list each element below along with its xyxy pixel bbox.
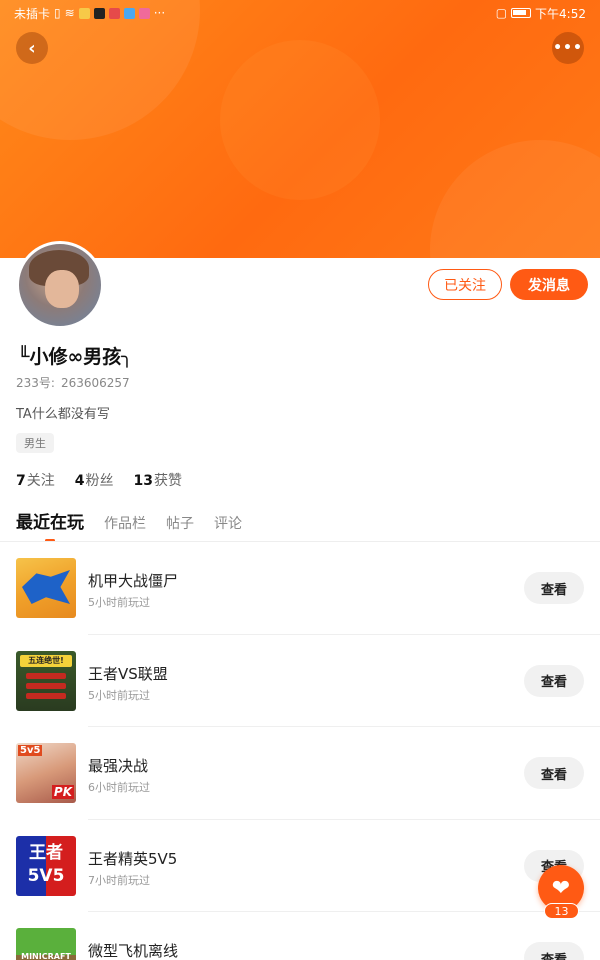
banner-decoration bbox=[220, 40, 380, 200]
like-count-badge: 13 bbox=[544, 903, 579, 919]
recent-games-list: 机甲大战僵尸 5小时前玩过 查看 五连绝世! 王者VS联盟 5小时前玩过 查看 … bbox=[0, 542, 600, 960]
back-button[interactable]: ‹ bbox=[16, 32, 48, 64]
thumb-bar bbox=[26, 682, 66, 689]
list-item[interactable]: 5v5 PK 最强决战 6小时前玩过 查看 bbox=[0, 727, 600, 820]
list-item[interactable]: 王者5V5 王者精英5V5 7小时前玩过 查看 bbox=[0, 820, 600, 912]
more-notifications-icon: ··· bbox=[153, 6, 166, 20]
app-notification-icon bbox=[78, 7, 90, 19]
app-notification-icon bbox=[108, 7, 120, 19]
likes-label: 获赞 bbox=[153, 473, 182, 489]
app-notification-icon bbox=[123, 7, 135, 19]
battery-icon bbox=[511, 8, 532, 18]
game-title: 最强决战 bbox=[88, 757, 149, 775]
game-title: 王者精英5V5 bbox=[88, 849, 178, 868]
stats-row: 7关注 4粉丝 13获赞 bbox=[16, 470, 182, 490]
list-item[interactable]: MINICRAFT 微型飞机离线 查看 bbox=[0, 912, 600, 960]
fans-label: 粉丝 bbox=[85, 473, 114, 489]
thumb-bar bbox=[26, 672, 66, 679]
user-id-label: 233号: bbox=[16, 376, 55, 390]
game-title: 王者VS联盟 bbox=[88, 664, 168, 683]
user-id-value: 263606257 bbox=[60, 376, 130, 390]
game-thumbnail[interactable]: 王者 5V5 bbox=[16, 835, 76, 896]
played-time: 7小时前玩过 bbox=[88, 873, 150, 887]
profile-banner bbox=[0, 0, 600, 258]
following-stat[interactable]: 7关注 bbox=[16, 470, 55, 490]
app-notification-icon bbox=[138, 7, 150, 19]
gender-tag: 男生 bbox=[16, 433, 54, 453]
thumb-logo-line2: 5V5 bbox=[27, 865, 65, 886]
game-title: 机甲大战僵尸 bbox=[88, 572, 179, 590]
avatar-face bbox=[45, 270, 79, 308]
status-bar: 未插卡 ▯ ≋ ··· ▢ 下午4:52 bbox=[0, 0, 600, 26]
wifi-icon: ≋ bbox=[64, 6, 75, 20]
thumb-logo-line1: 王者 bbox=[29, 842, 63, 863]
tab-works[interactable]: 作品栏 bbox=[104, 513, 146, 539]
thumb-logo-text: 王者 5V5 bbox=[16, 842, 76, 888]
game-thumbnail[interactable] bbox=[16, 558, 76, 618]
thumb-corner-label: 5v5 bbox=[18, 745, 43, 756]
banner-decoration bbox=[430, 140, 600, 258]
played-time: 6小时前玩过 bbox=[88, 781, 150, 794]
view-button[interactable]: 查看 bbox=[524, 664, 584, 697]
thumb-banner: 五连绝世! bbox=[20, 654, 72, 667]
game-thumbnail[interactable]: 五连绝世! bbox=[16, 650, 76, 711]
followed-button[interactable]: 已关注 bbox=[428, 269, 502, 300]
carrier-text: 未插卡 bbox=[14, 6, 51, 21]
view-button[interactable]: 查看 bbox=[524, 757, 584, 789]
following-count: 7 bbox=[16, 473, 26, 489]
tab-posts[interactable]: 帖子 bbox=[166, 513, 194, 539]
fans-stat[interactable]: 4粉丝 bbox=[75, 470, 114, 490]
dragon-mech-icon bbox=[22, 570, 70, 604]
tab-comments[interactable]: 评论 bbox=[214, 513, 242, 539]
played-time: 5小时前玩过 bbox=[88, 596, 150, 609]
app-notification-icon bbox=[93, 7, 105, 19]
profile-tabs: 最近在玩 作品栏 帖子 评论 bbox=[16, 508, 242, 542]
nickname: ╙小修∞男孩╮ bbox=[18, 346, 133, 368]
thumb-bar bbox=[26, 692, 66, 699]
avatar[interactable] bbox=[16, 241, 104, 329]
game-title: 微型飞机离线 bbox=[88, 942, 179, 960]
following-label: 关注 bbox=[26, 473, 55, 489]
back-arrow-icon: ‹ bbox=[28, 37, 36, 59]
tab-recently-played[interactable]: 最近在玩 bbox=[16, 508, 84, 542]
user-id: 233号: 263606257 bbox=[16, 374, 136, 391]
played-time: 5小时前玩过 bbox=[88, 688, 150, 702]
thumb-logo-text: MINICRAFT bbox=[21, 952, 71, 960]
list-item[interactable]: 五连绝世! 王者VS联盟 5小时前玩过 查看 bbox=[0, 635, 600, 727]
vibrate-icon: ▢ bbox=[495, 6, 508, 20]
likes-count: 13 bbox=[133, 473, 153, 489]
heart-icon: ❤ bbox=[551, 875, 571, 901]
bio: TA什么都没有写 bbox=[16, 407, 110, 422]
list-item[interactable]: 机甲大战僵尸 5小时前玩过 查看 bbox=[0, 542, 600, 635]
pk-badge: PK bbox=[51, 785, 74, 799]
view-button[interactable]: 查看 bbox=[524, 572, 584, 604]
game-thumbnail[interactable]: 5v5 PK bbox=[16, 743, 76, 803]
clock-text: 下午4:52 bbox=[535, 6, 586, 21]
likes-stat: 13获赞 bbox=[134, 470, 182, 490]
fans-count: 4 bbox=[74, 473, 85, 489]
sim-icon: ▯ bbox=[54, 6, 61, 20]
view-button[interactable]: 查看 bbox=[524, 942, 584, 960]
more-dots-icon: ••• bbox=[553, 40, 583, 56]
send-message-button[interactable]: 发消息 bbox=[510, 269, 588, 300]
game-thumbnail[interactable]: MINICRAFT bbox=[16, 928, 76, 960]
more-button[interactable]: ••• bbox=[552, 32, 584, 64]
